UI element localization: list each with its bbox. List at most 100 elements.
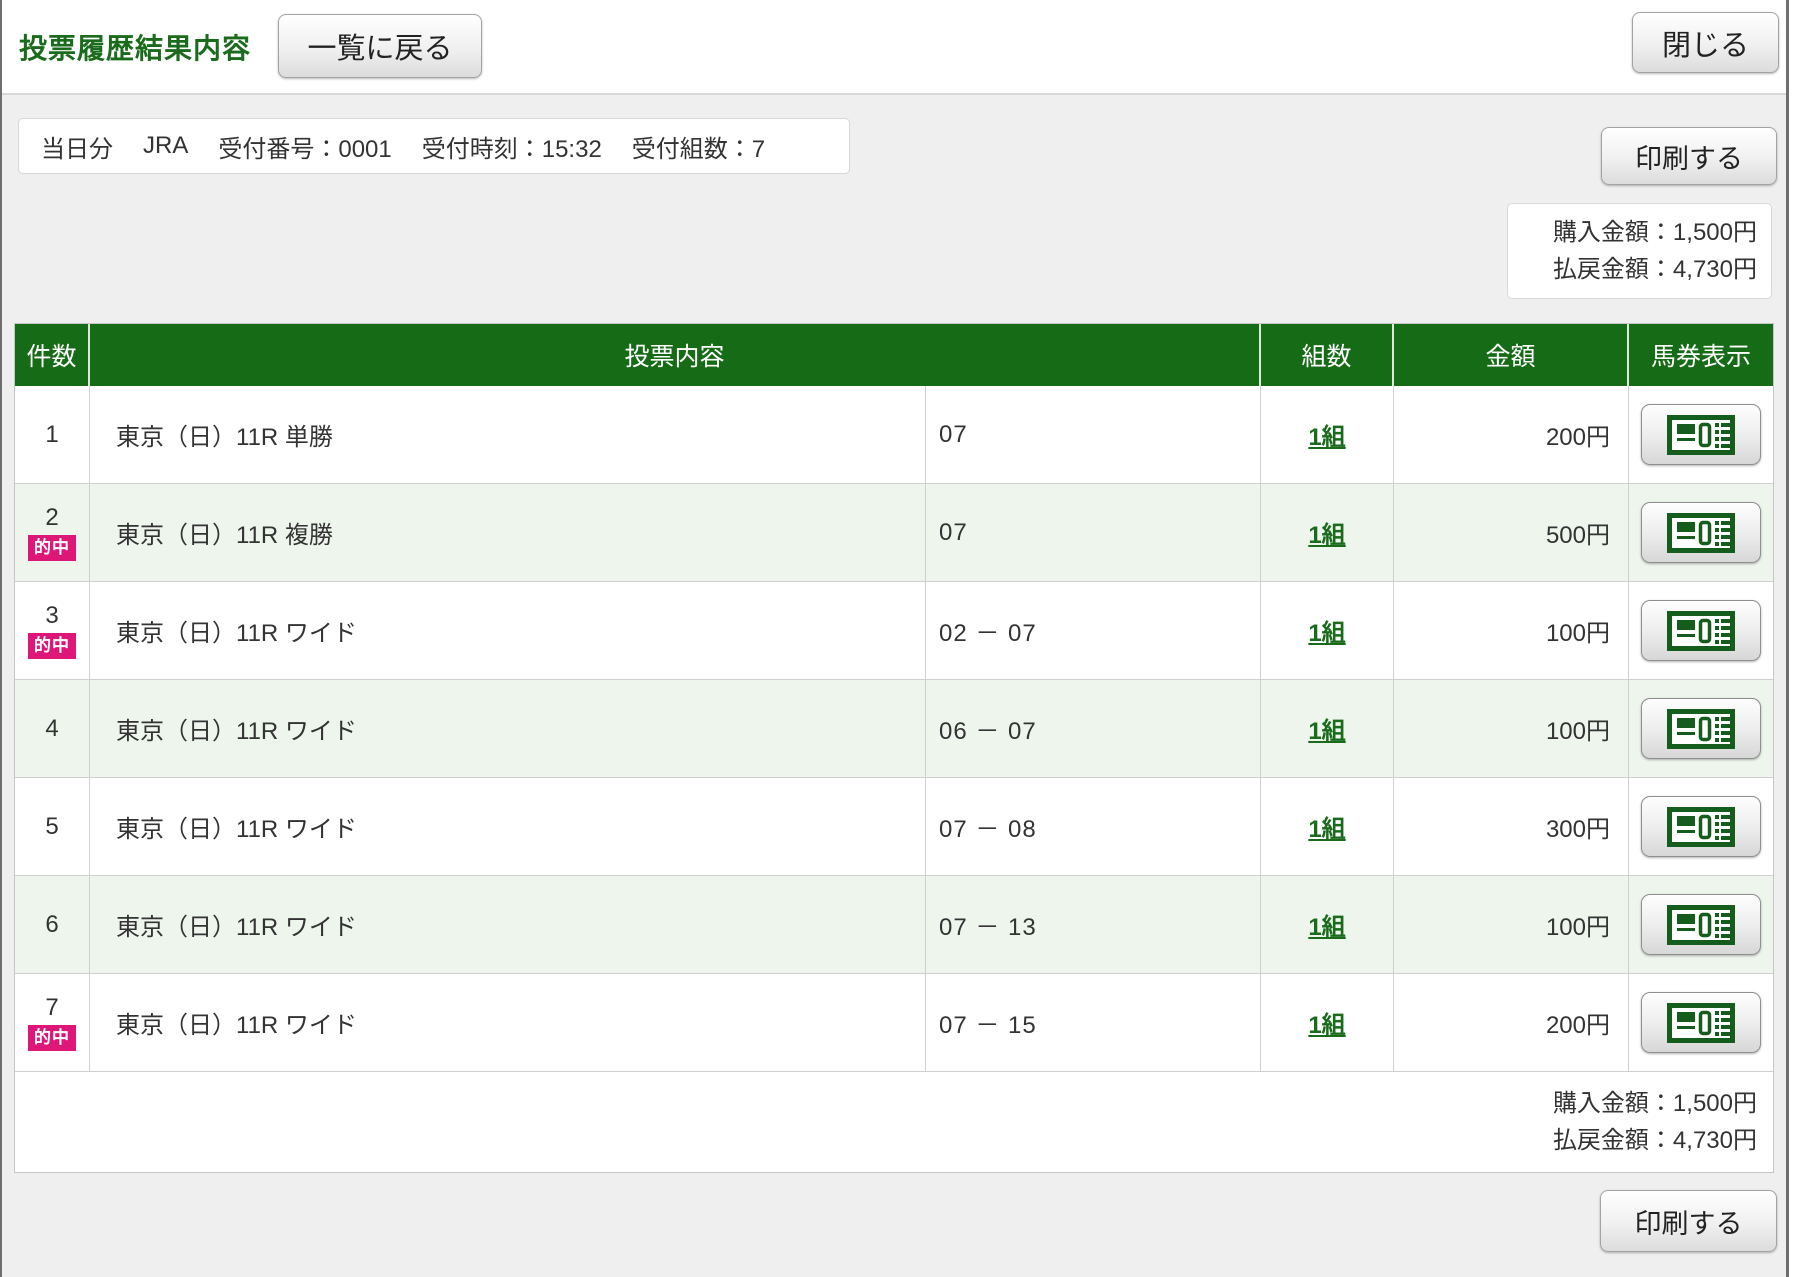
table-row: 6 東京（日）11R ワイド 07 － 13 1組 100円 (15, 876, 1773, 974)
table-row: 1 東京（日）11R 単勝 07 1組 200円 (15, 386, 1773, 484)
ticket-icon (1667, 611, 1735, 651)
header-count: 件数 (15, 324, 90, 386)
receipt-day: 当日分 (41, 129, 113, 164)
bet-description: 東京（日）11R ワイド (90, 778, 926, 875)
hit-badge: 的中 (28, 535, 76, 560)
ticket-view-button[interactable] (1641, 502, 1761, 563)
bet-numbers: 07 － 15 (926, 974, 1261, 1071)
ticket-cell (1629, 484, 1773, 581)
bet-description: 東京（日）11R 複勝 (90, 484, 926, 581)
close-button[interactable]: 閉じる (1632, 12, 1779, 73)
purchase-amount: 購入金額：1,500円 (1553, 214, 1757, 251)
row-number: 5 (45, 813, 58, 841)
row-count-cell: 2 的中 (15, 484, 90, 581)
refund-amount-bottom: 払戻金額：4,730円 (1553, 1122, 1757, 1159)
ticket-icon (1667, 513, 1735, 553)
row-number: 2 (45, 504, 58, 532)
bet-amount: 100円 (1394, 582, 1629, 679)
ticket-icon (1667, 709, 1735, 749)
receipt-sets: 受付組数：7 (632, 129, 765, 164)
ticket-icon (1667, 807, 1735, 847)
sets-cell: 1組 (1261, 680, 1394, 777)
ticket-view-button[interactable] (1641, 600, 1761, 661)
sets-link[interactable]: 1組 (1308, 515, 1345, 550)
print-button-bottom[interactable]: 印刷する (1600, 1190, 1777, 1252)
ticket-cell (1629, 974, 1773, 1071)
bet-numbers: 07 － 08 (926, 778, 1261, 875)
sets-link[interactable]: 1組 (1308, 417, 1345, 452)
title-bar: 投票履歴結果内容 一覧に戻る 閉じる (2, 0, 1786, 93)
table-header-row: 件数 投票内容 組数 金額 馬券表示 (15, 324, 1773, 386)
row-count-cell: 5 (15, 778, 90, 875)
ticket-view-button[interactable] (1641, 404, 1761, 465)
print-button-top[interactable]: 印刷する (1601, 127, 1777, 185)
header-amount: 金額 (1394, 324, 1629, 386)
bet-description: 東京（日）11R ワイド (90, 876, 926, 973)
bet-amount: 500円 (1394, 484, 1629, 581)
ticket-icon (1667, 415, 1735, 455)
header-bet-content: 投票内容 (90, 324, 1261, 386)
bet-amount: 200円 (1394, 974, 1629, 1071)
header-sets: 組数 (1261, 324, 1394, 386)
ticket-cell (1629, 386, 1773, 483)
bet-numbers: 07 (926, 386, 1261, 483)
purchase-amount-bottom: 購入金額：1,500円 (1553, 1085, 1757, 1122)
bet-amount: 300円 (1394, 778, 1629, 875)
sets-link[interactable]: 1組 (1308, 809, 1345, 844)
sets-cell: 1組 (1261, 582, 1394, 679)
table-body: 1 東京（日）11R 単勝 07 1組 200円 (15, 386, 1773, 1072)
window-left-border (0, 0, 2, 1277)
hit-badge: 的中 (28, 1025, 76, 1050)
ticket-icon (1667, 905, 1735, 945)
row-number: 1 (45, 421, 58, 449)
ticket-view-button[interactable] (1641, 894, 1761, 955)
bet-numbers: 06 － 07 (926, 680, 1261, 777)
table-row: 5 東京（日）11R ワイド 07 － 08 1組 300円 (15, 778, 1773, 876)
ticket-cell (1629, 582, 1773, 679)
table-row: 7 的中 東京（日）11R ワイド 07 － 15 1組 200円 (15, 974, 1773, 1072)
receipt-info-bar: 当日分 JRA 受付番号：0001 受付時刻：15:32 受付組数：7 (18, 118, 850, 174)
row-count-cell: 7 的中 (15, 974, 90, 1071)
table-row: 4 東京（日）11R ワイド 06 － 07 1組 100円 (15, 680, 1773, 778)
bet-description: 東京（日）11R ワイド (90, 582, 926, 679)
sets-cell: 1組 (1261, 778, 1394, 875)
table-row: 2 的中 東京（日）11R 複勝 07 1組 500円 (15, 484, 1773, 582)
receipt-number: 受付番号：0001 (218, 129, 391, 164)
bet-amount: 200円 (1394, 386, 1629, 483)
row-number: 6 (45, 911, 58, 939)
sets-link[interactable]: 1組 (1308, 907, 1345, 942)
receipt-time: 受付時刻：15:32 (422, 129, 602, 164)
row-number: 3 (45, 602, 58, 630)
ticket-view-button[interactable] (1641, 796, 1761, 857)
row-count-cell: 1 (15, 386, 90, 483)
bet-numbers: 07 － 13 (926, 876, 1261, 973)
sets-cell: 1組 (1261, 876, 1394, 973)
sets-cell: 1組 (1261, 386, 1394, 483)
ticket-cell (1629, 680, 1773, 777)
ticket-view-button[interactable] (1641, 992, 1761, 1053)
bet-description: 東京（日）11R 単勝 (90, 386, 926, 483)
bet-description: 東京（日）11R ワイド (90, 974, 926, 1071)
row-count-cell: 6 (15, 876, 90, 973)
ticket-cell (1629, 876, 1773, 973)
back-to-list-button[interactable]: 一覧に戻る (278, 14, 482, 78)
header-ticket-view: 馬券表示 (1629, 324, 1773, 386)
sets-link[interactable]: 1組 (1308, 613, 1345, 648)
ticket-cell (1629, 778, 1773, 875)
ticket-view-button[interactable] (1641, 698, 1761, 759)
sets-cell: 1組 (1261, 484, 1394, 581)
row-number: 7 (45, 994, 58, 1022)
summary-box-top: 購入金額：1,500円 払戻金額：4,730円 (1507, 203, 1772, 299)
bet-numbers: 02 － 07 (926, 582, 1261, 679)
ticket-icon (1667, 1003, 1735, 1043)
page-title: 投票履歴結果内容 (19, 0, 251, 93)
sets-link[interactable]: 1組 (1308, 1005, 1345, 1040)
sets-link[interactable]: 1組 (1308, 711, 1345, 746)
row-count-cell: 4 (15, 680, 90, 777)
table-row: 3 的中 東京（日）11R ワイド 02 － 07 1組 100円 (15, 582, 1773, 680)
row-count-cell: 3 的中 (15, 582, 90, 679)
table-footer: 購入金額：1,500円 払戻金額：4,730円 (15, 1072, 1773, 1172)
row-number: 4 (45, 715, 58, 743)
bet-amount: 100円 (1394, 680, 1629, 777)
betting-table: 件数 投票内容 組数 金額 馬券表示 1 東京（日）11R 単勝 07 1組 2… (14, 323, 1774, 1173)
